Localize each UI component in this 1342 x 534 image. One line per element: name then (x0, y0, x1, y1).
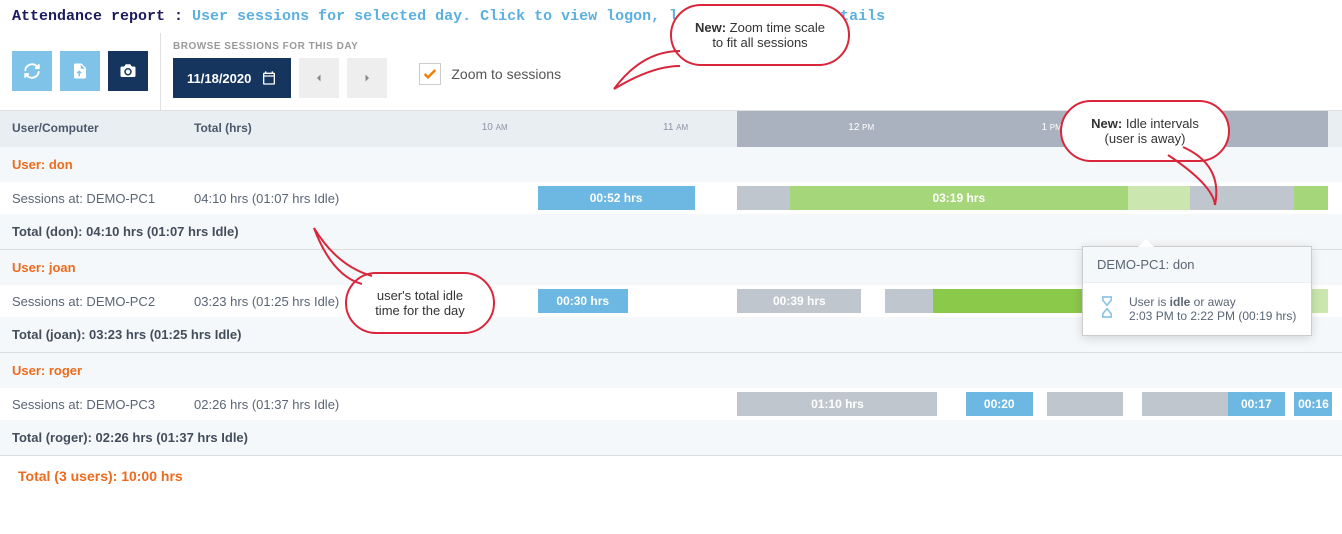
check-icon (422, 66, 438, 82)
callout-tail (612, 41, 682, 91)
user-header: User: roger (0, 353, 1342, 388)
calendar-icon (261, 70, 277, 86)
session-at: Sessions at: DEMO-PC2 (0, 294, 190, 309)
timeline-segment[interactable]: 01:10 hrs (737, 392, 937, 416)
session-at: Sessions at: DEMO-PC1 (0, 191, 190, 206)
time-tick: 12 PM (814, 111, 909, 133)
callout-zoom: New: Zoom time scale to fit all sessions (670, 4, 850, 66)
tooltip-line1: User is idle or away (1129, 295, 1296, 309)
session-at: Sessions at: DEMO-PC3 (0, 397, 190, 412)
date-picker[interactable]: 11/18/2020 (173, 58, 291, 98)
timeline-segment[interactable]: 00:52 hrs (538, 186, 695, 210)
callout-tail (312, 226, 382, 286)
next-day-button[interactable] (347, 58, 387, 98)
callout-zoom-text: Zoom time scale to fit all sessions (712, 20, 825, 50)
chevron-right-icon (361, 72, 373, 84)
camera-icon (119, 62, 137, 80)
date-value: 11/18/2020 (187, 71, 251, 86)
header-label: Attendance report : (12, 8, 183, 25)
session-row[interactable]: Sessions at: DEMO-PC104:10 hrs (01:07 hr… (0, 182, 1342, 214)
session-total: 04:10 hrs (01:07 hrs Idle) (190, 191, 390, 206)
timeline-segment[interactable]: 00:20 (966, 392, 1033, 416)
col-user-header: User/Computer (0, 111, 190, 147)
timeline-segment[interactable] (737, 186, 789, 210)
time-tick: 11 AM (628, 111, 723, 133)
callout-tail (1163, 145, 1243, 215)
tooltip-arrow (1138, 239, 1154, 247)
zoom-label: Zoom to sessions (451, 66, 561, 82)
timeline-segment[interactable] (885, 289, 933, 313)
callout-new-label: New: (1091, 116, 1122, 131)
timeline-segment[interactable]: 00:17 (1228, 392, 1285, 416)
session-timeline: 01:10 hrs 00:20 00:17 00:16 (390, 392, 1342, 416)
timeline-segment[interactable]: 00:30 hrs (538, 289, 628, 313)
screenshot-button[interactable] (108, 51, 148, 91)
callout-idle-intervals: New: Idle intervals (user is away) (1060, 100, 1230, 162)
chevron-left-icon (313, 72, 325, 84)
user-subtotal: Total (roger): 02:26 hrs (01:37 hrs Idle… (0, 420, 1342, 456)
tooltip-line2: 2:03 PM to 2:22 PM (00:19 hrs) (1129, 309, 1296, 323)
callout-idle-time-text: user's total idle time for the day (375, 288, 465, 318)
callout-idle-time: user's total idle time for the day (345, 272, 495, 334)
export-icon (71, 62, 89, 80)
timeline-segment[interactable]: 03:19 hrs (790, 186, 1128, 210)
session-tooltip: DEMO-PC1: don User is idle or away 2:03 … (1082, 246, 1312, 336)
refresh-button[interactable] (12, 51, 52, 91)
timeline-segment[interactable] (1047, 392, 1123, 416)
date-section-label: BROWSE SESSIONS FOR THIS DAY (173, 41, 387, 52)
session-total: 02:26 hrs (01:37 hrs Idle) (190, 397, 390, 412)
zoom-checkbox[interactable] (419, 63, 441, 85)
timeline-segment[interactable] (1294, 186, 1327, 210)
timeline-segment[interactable]: 00:16 (1294, 392, 1332, 416)
session-row[interactable]: Sessions at: DEMO-PC302:26 hrs (01:37 hr… (0, 388, 1342, 420)
tooltip-title: DEMO-PC1: don (1083, 247, 1311, 283)
timeline-segment[interactable] (1142, 392, 1228, 416)
refresh-icon (23, 62, 41, 80)
grand-total: Total (3 users): 10:00 hrs (0, 456, 1342, 496)
export-button[interactable] (60, 51, 100, 91)
callout-new-label: New: (695, 20, 726, 35)
col-total-header: Total (hrs) (190, 111, 390, 147)
time-tick: 10 AM (447, 111, 542, 133)
timeline-segment[interactable]: 00:39 hrs (737, 289, 861, 313)
prev-day-button[interactable] (299, 58, 339, 98)
hourglass-icon (1097, 295, 1117, 323)
